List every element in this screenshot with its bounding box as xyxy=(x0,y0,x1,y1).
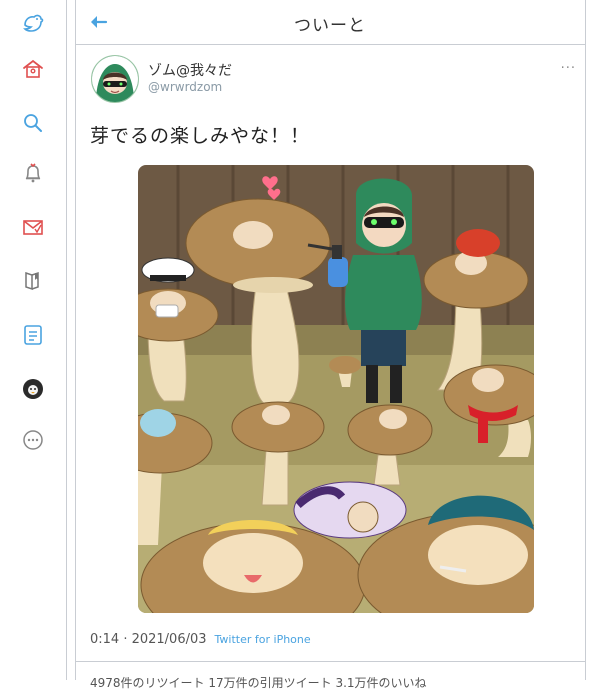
page-title: ついーと xyxy=(294,16,366,36)
tweet-timestamp[interactable]: 0:14 · 2021/06/03 xyxy=(90,632,207,647)
author-avatar[interactable] xyxy=(91,55,139,103)
tweet-stats[interactable]: 4978件のリツイート 17万件の引用ツイート 3.1万件のいいね xyxy=(90,674,427,691)
search-icon[interactable] xyxy=(18,108,48,138)
bird-logo-icon[interactable] xyxy=(18,8,48,38)
tweet-meta: 0:14 · 2021/06/03 Twitter for iPhone xyxy=(90,632,311,647)
home-icon[interactable] xyxy=(18,54,48,84)
more-icon[interactable] xyxy=(18,425,48,455)
bell-icon[interactable] xyxy=(18,158,48,188)
list-icon[interactable] xyxy=(18,320,48,350)
author-handle[interactable]: @wrwrdzom xyxy=(148,80,222,94)
more-options-button[interactable]: ··· xyxy=(561,61,576,76)
tweet-image[interactable] xyxy=(138,165,534,613)
sidebar xyxy=(0,0,66,680)
tweet-text: 芽でるの楽しみやな！！ xyxy=(90,125,311,147)
author-name[interactable]: ゾム@我々だ xyxy=(148,60,232,80)
tweet-via[interactable]: Twitter for iPhone xyxy=(215,633,311,646)
mail-icon[interactable] xyxy=(18,212,48,242)
header: ついーと xyxy=(76,0,584,44)
bookmark-icon[interactable] xyxy=(18,266,48,296)
profile-avatar-icon[interactable] xyxy=(18,374,48,404)
